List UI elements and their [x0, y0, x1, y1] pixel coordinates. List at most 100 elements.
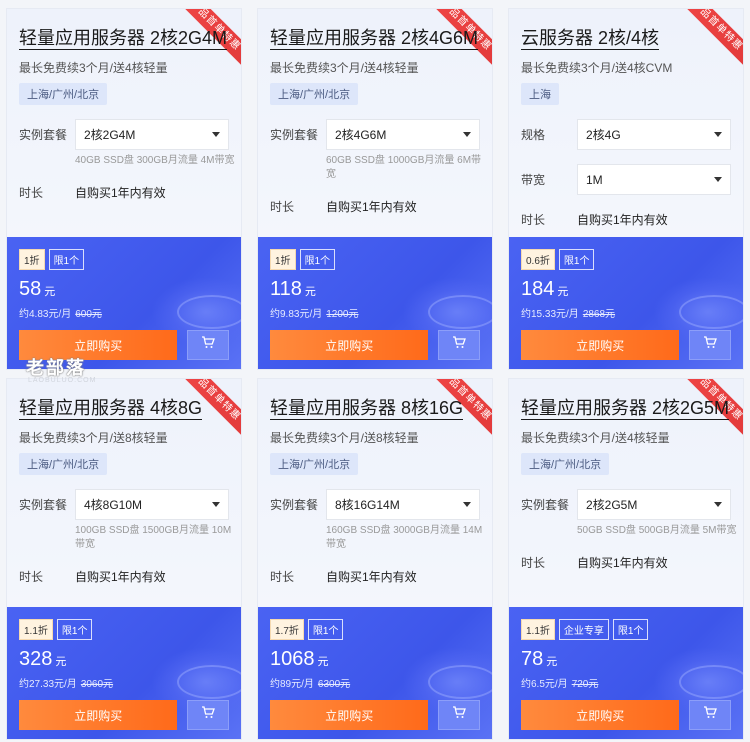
buy-now-button[interactable]: 立即购买 — [270, 330, 429, 360]
action-row: 立即购买 — [19, 700, 229, 730]
price-unit: 元 — [44, 286, 56, 298]
badge-group: 0.6折 限1个 — [521, 249, 731, 270]
buy-now-button[interactable]: 立即购买 — [270, 700, 429, 730]
spec-description: 50GB SSD盘 500GB月流量 5M带宽 — [577, 525, 737, 536]
duration-row: 时长 自购买1年内有效 — [521, 211, 731, 228]
config-row: 实例套餐 8核16G14M — [270, 489, 480, 520]
duration-label: 时长 — [521, 556, 546, 570]
action-row: 立即购买 — [521, 700, 731, 730]
tag-badge: 限1个 — [307, 619, 344, 640]
select-value: 1M — [586, 172, 603, 187]
monthly-value: 约6.5元/月 — [521, 679, 568, 690]
add-to-cart-button[interactable] — [689, 700, 731, 730]
product-title[interactable]: 轻量应用服务器 2核4G6M — [270, 27, 479, 50]
region-tag: 上海 — [521, 83, 559, 105]
add-to-cart-button[interactable] — [187, 700, 229, 730]
monthly-value: 约89元/月 — [270, 679, 314, 690]
config-row: 带宽 1M — [521, 164, 731, 195]
cart-icon — [703, 706, 718, 724]
field-label: 实例套餐 — [19, 128, 68, 142]
add-to-cart-button[interactable] — [187, 330, 229, 360]
product-title[interactable]: 轻量应用服务器 4核8G — [19, 397, 203, 420]
monthly-value: 约27.33元/月 — [19, 679, 77, 690]
duration-row: 时长 自购买1年内有效 — [521, 554, 731, 571]
product-card: 产品首单特惠 轻量应用服务器 8核16G 最长免费续3个月/送8核轻量 上海/广… — [257, 378, 493, 740]
field-label: 实例套餐 — [270, 498, 319, 512]
monthly-price: 约4.83元/月 600元 — [19, 305, 229, 320]
product-card: 产品首单特惠 轻量应用服务器 4核8G 最长免费续3个月/送8核轻量 上海/广州… — [6, 378, 242, 740]
buy-now-button[interactable]: 立即购买 — [521, 330, 680, 360]
product-subtitle: 最长免费续3个月/送4核CVM — [521, 61, 673, 75]
product-title[interactable]: 轻量应用服务器 2核2G5M — [521, 397, 730, 420]
original-price: 1200元 — [326, 309, 359, 320]
tag-badge: 限1个 — [56, 619, 93, 640]
chevron-down-icon — [463, 132, 471, 137]
duration-row: 时长 自购买1年内有效 — [19, 568, 229, 585]
original-price: 2868元 — [582, 309, 616, 320]
price-panel: 0.6折 限1个 184 元 约15.33元/月 2868元 立即购买 — [509, 237, 743, 369]
select-value: 4核8G10M — [84, 498, 143, 512]
watermark-sub: LAOBULUO.COM — [28, 377, 97, 384]
action-row: 立即购买 — [270, 700, 480, 730]
product-card: 产品首单特惠 云服务器 2核/4核 最长免费续3个月/送4核CVM 上海 规格 … — [508, 8, 744, 370]
buy-now-button[interactable]: 立即购买 — [19, 700, 178, 730]
product-title[interactable]: 云服务器 2核/4核 — [521, 27, 660, 50]
tag-badge: 企业专享 — [558, 619, 609, 640]
add-to-cart-button[interactable] — [438, 700, 480, 730]
config-select[interactable]: 1M — [577, 164, 731, 195]
badge-group: 1折 限1个 — [270, 249, 480, 270]
price: 118 元 — [270, 278, 480, 301]
duration-label: 时长 — [270, 570, 295, 584]
monthly-price: 约15.33元/月 2868元 — [521, 305, 731, 320]
region-tag: 上海/广州/北京 — [521, 453, 610, 475]
price: 328 元 — [19, 648, 229, 671]
duration-row: 时长 自购买1年内有效 — [19, 184, 229, 201]
price-panel: 1.7折 限1个 1068 元 约89元/月 6300元 立即购买 — [258, 607, 492, 739]
badge-group: 1折 限1个 — [19, 249, 229, 270]
price: 1068 元 — [270, 648, 480, 671]
price-value: 184 — [521, 278, 555, 300]
product-subtitle: 最长免费续3个月/送8核轻量 — [270, 431, 419, 445]
product-title[interactable]: 轻量应用服务器 2核2G4M — [19, 27, 228, 50]
price-value: 1068 — [270, 648, 315, 670]
price-value: 328 — [19, 648, 53, 670]
duration-value: 自购买1年内有效 — [75, 570, 166, 584]
badge-group: 1.1折 限1个 — [19, 619, 229, 640]
config-row: 实例套餐 4核8G10M — [19, 489, 229, 520]
discount-badge: 1折 — [19, 249, 45, 270]
discount-badge: 1.1折 — [19, 619, 53, 640]
action-row: 立即购买 — [521, 330, 731, 360]
chevron-down-icon — [463, 502, 471, 507]
tag-badge: 限1个 — [558, 249, 595, 270]
add-to-cart-button[interactable] — [689, 330, 731, 360]
price: 78 元 — [521, 648, 731, 671]
field-label: 实例套餐 — [521, 498, 570, 512]
product-subtitle: 最长免费续3个月/送8核轻量 — [19, 431, 168, 445]
config-select[interactable]: 4核8G10M — [75, 489, 229, 520]
price-unit: 元 — [557, 286, 569, 298]
region-tag: 上海/广州/北京 — [270, 83, 359, 105]
buy-now-button[interactable]: 立即购买 — [521, 700, 680, 730]
price-unit: 元 — [317, 656, 329, 668]
duration-label: 时长 — [521, 213, 546, 227]
duration-value: 自购买1年内有效 — [577, 213, 668, 227]
add-to-cart-button[interactable] — [438, 330, 480, 360]
price-value: 78 — [521, 648, 544, 670]
chevron-down-icon — [714, 132, 722, 137]
config-select[interactable]: 2核2G5M — [577, 489, 731, 520]
config-row: 规格 2核4G — [521, 119, 731, 150]
field-label: 带宽 — [521, 173, 546, 187]
field-label: 实例套餐 — [270, 128, 319, 142]
discount-badge: 1.7折 — [270, 619, 304, 640]
discount-badge: 0.6折 — [521, 249, 555, 270]
select-value: 2核4G6M — [335, 128, 387, 142]
discount-badge: 1折 — [270, 249, 296, 270]
cart-icon — [201, 706, 216, 724]
chevron-down-icon — [714, 502, 722, 507]
config-select[interactable]: 8核16G14M — [326, 489, 480, 520]
config-select[interactable]: 2核4G — [577, 119, 731, 150]
duration-label: 时长 — [19, 570, 44, 584]
config-select[interactable]: 2核4G6M — [326, 119, 480, 150]
product-title[interactable]: 轻量应用服务器 8核16G — [270, 397, 464, 420]
config-select[interactable]: 2核2G4M — [75, 119, 229, 150]
